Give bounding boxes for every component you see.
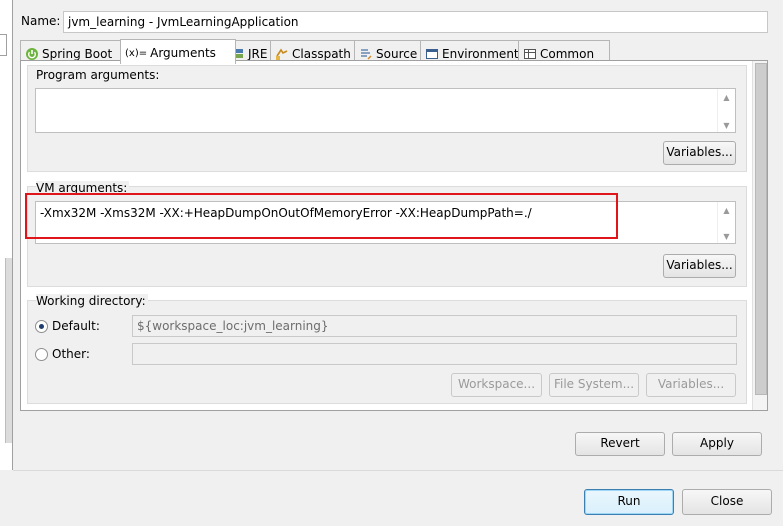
tab-label: Common: [540, 46, 595, 61]
program-arguments-textarea[interactable]: ▲ ▼: [35, 88, 736, 133]
name-label: Name:: [21, 14, 61, 28]
apply-button[interactable]: Apply: [672, 432, 762, 456]
scroll-up-icon[interactable]: ▲: [718, 93, 735, 102]
working-variables-button[interactable]: Variables...: [646, 373, 736, 397]
tree-scrollbar[interactable]: [5, 258, 12, 443]
tab-label: Classpath: [292, 46, 351, 61]
other-radio[interactable]: [35, 348, 48, 361]
tab-arguments[interactable]: (x)= Arguments: [120, 39, 236, 64]
default-radio[interactable]: [35, 320, 48, 333]
tab-label: Source: [376, 46, 418, 61]
launch-config-tree-pane: [0, 0, 13, 470]
revert-button[interactable]: Revert: [575, 432, 665, 456]
other-label: Other:: [52, 347, 90, 361]
program-variables-button[interactable]: Variables...: [663, 141, 736, 165]
default-directory-field: ${workspace_loc:jvm_learning}: [132, 315, 737, 337]
tab-label: Spring Boot: [42, 46, 113, 61]
tab-label: Environment: [442, 46, 519, 61]
tab-label: Arguments: [150, 46, 216, 60]
scroll-down-icon[interactable]: ▼: [718, 232, 735, 241]
tree-header-edge: [0, 34, 7, 56]
working-directory-label: Working directory:: [36, 294, 148, 308]
file-system-button[interactable]: File System...: [549, 373, 639, 397]
source-icon: [359, 47, 373, 61]
tab-label: JRE: [248, 46, 268, 61]
other-directory-field[interactable]: [132, 343, 737, 365]
vm-variables-button[interactable]: Variables...: [663, 254, 736, 278]
program-arguments-label: Program arguments:: [36, 68, 160, 82]
scroll-up-icon[interactable]: ▲: [718, 206, 735, 215]
scrollbar-thumb[interactable]: [755, 63, 767, 395]
arguments-icon: (x)=: [125, 47, 148, 59]
scroll-down-icon[interactable]: ▼: [718, 121, 735, 130]
spring-boot-icon: [25, 47, 39, 61]
workspace-button[interactable]: Workspace...: [451, 373, 542, 397]
close-button[interactable]: Close: [682, 489, 772, 515]
classpath-icon: [275, 47, 289, 61]
run-button[interactable]: Run: [584, 489, 674, 515]
textarea-scrollbar[interactable]: ▲ ▼: [717, 89, 735, 132]
environment-icon: [425, 47, 439, 61]
highlight-box: [25, 193, 618, 239]
common-icon: [523, 47, 537, 61]
panel-scrollbar[interactable]: [752, 61, 767, 410]
tab-bar: Spring Boot (x)= Arguments JRE Classpath…: [20, 39, 783, 64]
textarea-scrollbar[interactable]: ▲ ▼: [717, 202, 735, 243]
default-label: Default:: [52, 319, 100, 333]
dialog-separator: [13, 470, 783, 471]
name-field[interactable]: jvm_learning - JvmLearningApplication: [63, 11, 768, 33]
